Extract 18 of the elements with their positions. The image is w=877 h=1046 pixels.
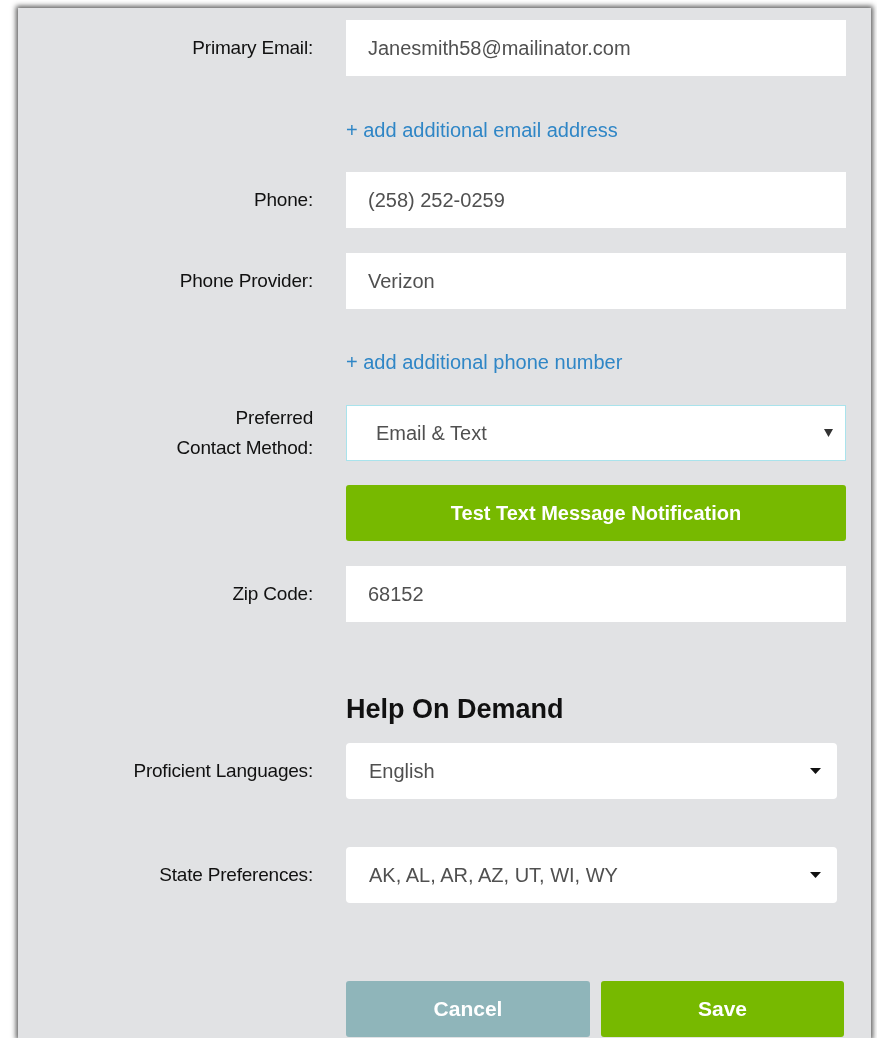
field-label: Phone Provider: (179, 269, 313, 293)
field-label: Preferred Contact Method: (176, 406, 313, 460)
select-field[interactable]: Email & Text (346, 405, 846, 461)
field-label: Proficient Languages: (133, 759, 313, 783)
field-label: Phone: (253, 188, 313, 212)
field-label: Primary Email: (192, 36, 313, 60)
input-field[interactable]: Janesmith58@mailinator.com (346, 20, 846, 76)
field-label: State Preferences: (159, 863, 313, 887)
caret-icon (810, 768, 821, 774)
field-label: Zip Code: (232, 582, 313, 606)
section-heading: Help On Demand (346, 693, 565, 725)
input-field[interactable]: Verizon (346, 253, 846, 309)
input-field[interactable]: (258) 252-0259 (346, 172, 846, 228)
caret-icon (810, 872, 821, 878)
caret-icon (824, 429, 833, 437)
dropdown-field[interactable]: English (346, 743, 837, 799)
input-field[interactable]: 68152 (346, 566, 846, 622)
dropdown-field[interactable]: AK, AL, AR, AZ, UT, WI, WY (346, 847, 837, 903)
